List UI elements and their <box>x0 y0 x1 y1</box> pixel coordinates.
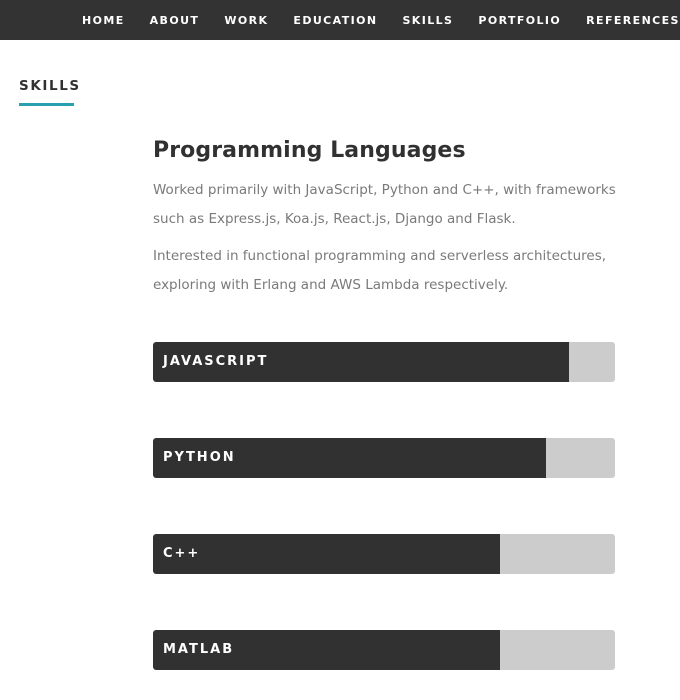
skill-bar-label: MATLAB <box>163 642 235 657</box>
nav-item-home[interactable]: HOME <box>82 14 125 27</box>
programming-description-2: Interested in functional programming and… <box>153 248 607 293</box>
nav-item-about[interactable]: ABOUT <box>150 14 200 27</box>
programming-section: Programming Languages Worked primarily w… <box>153 136 633 299</box>
skill-bar-fill <box>153 534 500 574</box>
skill-bar-matlab: MATLAB <box>153 630 615 670</box>
programming-heading: Programming Languages <box>153 138 466 163</box>
nav-item-portfolio[interactable]: PORTFOLIO <box>478 14 561 27</box>
top-navbar: HOME ABOUT WORK EDUCATION SKILLS PORTFOL… <box>0 0 680 40</box>
section-title: SKILLS <box>19 78 81 94</box>
skill-bar-label: JAVASCRIPT <box>163 354 269 369</box>
skill-bar-cpp: C++ <box>153 534 615 574</box>
skill-bar-python: PYTHON <box>153 438 615 478</box>
skill-bar-label: PYTHON <box>163 450 236 465</box>
nav-item-education[interactable]: EDUCATION <box>293 14 377 27</box>
nav-item-references[interactable]: REFERENCES <box>586 14 680 27</box>
nav-item-work[interactable]: WORK <box>224 14 268 27</box>
nav-item-skills[interactable]: SKILLS <box>402 14 453 27</box>
skill-bar-javascript: JAVASCRIPT <box>153 342 615 382</box>
nav-list: HOME ABOUT WORK EDUCATION SKILLS PORTFOL… <box>82 0 680 40</box>
skill-bar-label: C++ <box>163 546 201 561</box>
section-title-underline <box>19 103 74 106</box>
programming-description-1: Worked primarily with JavaScript, Python… <box>153 182 616 227</box>
